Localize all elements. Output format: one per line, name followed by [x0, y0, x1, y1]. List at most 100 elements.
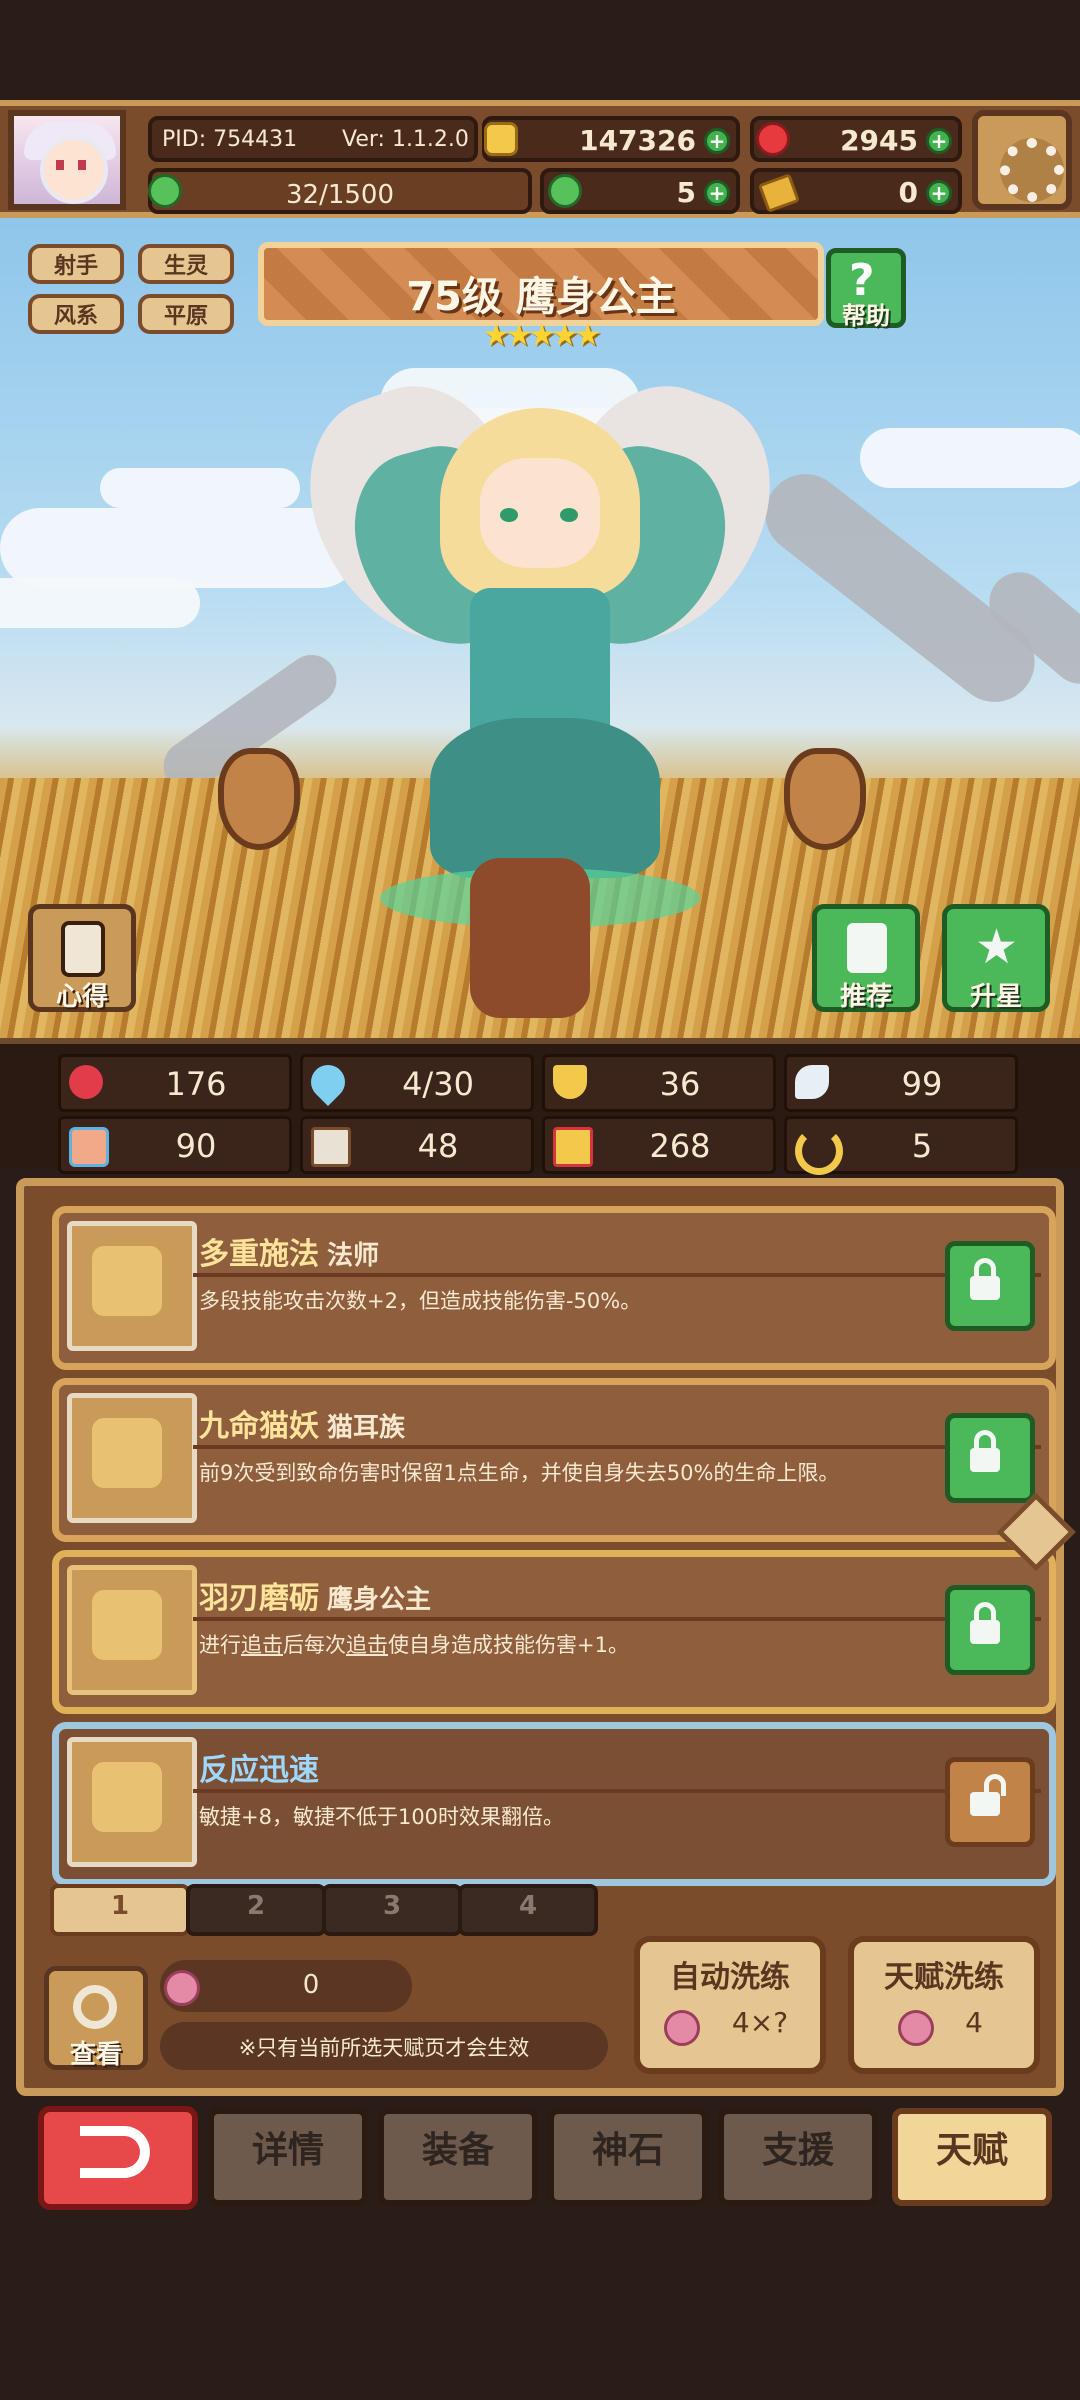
stat-value: 90 — [175, 1127, 217, 1165]
nav-details[interactable]: 详情 — [208, 2108, 368, 2206]
talent-icon-box — [67, 1393, 197, 1523]
talent-page-tab-4[interactable]: 4 — [458, 1884, 598, 1936]
talent-card[interactable]: 九命猫妖 猫耳族 前9次受到致命伤害时保留1点生命，并使自身失去50%的生命上限。 — [52, 1378, 1056, 1542]
talent-card-selected[interactable]: 反应迅速 敏捷+8，敏捷不低于100时效果翻倍。 — [52, 1722, 1056, 1886]
talent-name: 多重施法 法师 — [199, 1237, 380, 1272]
ticket-icon — [757, 173, 801, 213]
talent-description: 前9次受到致命伤害时保留1点生命，并使自身失去50%的生命上限。 — [199, 1461, 840, 1485]
talent-refine-label: 天赋洗练 — [884, 1960, 1004, 1995]
keyword-link[interactable]: 追击 — [346, 1633, 388, 1657]
talent-source: 猫耳族 — [327, 1413, 406, 1443]
talent-name: 九命猫妖 猫耳族 — [199, 1409, 406, 1444]
gem-value: 2945 — [840, 124, 918, 157]
upgrade-star-button[interactable]: ★ 升星 — [942, 904, 1050, 1012]
cross-icon — [92, 1762, 162, 1832]
water-drop-icon — [303, 1057, 353, 1107]
fist-icon — [69, 1127, 109, 1167]
staff-icon — [92, 1246, 162, 1316]
stat-value: 4/30 — [402, 1065, 474, 1103]
add-gold-button[interactable]: + — [704, 128, 730, 154]
stat-mana: 4/30 — [300, 1054, 534, 1112]
hero-title: 75级 鹰身公主 — [406, 274, 676, 320]
talent-refine-button[interactable]: 天赋洗练 4 — [848, 1936, 1040, 2074]
talent-page-tab-3[interactable]: 3 — [322, 1884, 462, 1936]
prev-hero-button[interactable] — [218, 748, 300, 850]
talent-icon-box — [67, 1565, 197, 1695]
stat-attack: 90 — [58, 1116, 292, 1174]
book-icon — [311, 1127, 351, 1167]
pid-version-box: PID: 754431 Ver: 1.1.2.0 — [148, 116, 478, 162]
talent-source: 法师 — [327, 1241, 380, 1271]
cat-icon — [92, 1418, 162, 1488]
gem-counter: 2945 + — [750, 116, 962, 162]
clover-value: 5 — [676, 176, 696, 209]
energy-value: 32/1500 — [285, 180, 394, 210]
wing-icon — [795, 1065, 829, 1099]
ticket-counter: 0 + — [750, 168, 962, 214]
upstar-label: 升星 — [969, 982, 1022, 1012]
player-avatar[interactable] — [8, 110, 126, 210]
lock-toggle-button[interactable] — [945, 1413, 1035, 1503]
fruit-value: 0 — [302, 1970, 320, 2000]
stat-agility: 268 — [542, 1116, 776, 1174]
hero-title-banner: 75级 鹰身公主 — [258, 242, 824, 326]
talent-refine-cost: 4 — [965, 2006, 983, 2039]
talent-icon-box — [67, 1221, 197, 1351]
talent-description: 多段技能攻击次数+2，但造成技能伤害-50%。 — [199, 1289, 642, 1313]
talent-description: 进行追击后每次追击使自身造成技能伤害+1。 — [199, 1633, 629, 1657]
auto-refine-cost: 4×? — [731, 2006, 789, 2039]
next-hero-button[interactable] — [784, 748, 866, 850]
lock-toggle-button[interactable] — [945, 1241, 1035, 1331]
magnifier-icon — [73, 1985, 117, 2029]
nav-godstone[interactable]: 神石 — [548, 2108, 708, 2206]
auto-refine-label: 自动洗练 — [670, 1960, 790, 1995]
talent-name: 羽刃磨砺 鹰身公主 — [199, 1581, 432, 1616]
add-gem-button[interactable]: + — [926, 128, 952, 154]
insight-label: 心得 — [55, 982, 108, 1012]
recommend-button[interactable]: 推荐 — [812, 904, 920, 1012]
stat-defense: 36 — [542, 1054, 776, 1112]
view-label: 查看 — [69, 2040, 122, 2070]
heart-icon — [69, 1065, 103, 1099]
hint-text-box: ※只有当前所选天赋页才会生效 — [160, 2022, 608, 2070]
lock-icon — [970, 1620, 1000, 1644]
nav-talent[interactable]: 天赋 — [892, 2108, 1052, 2206]
lock-toggle-button[interactable] — [945, 1757, 1035, 1847]
fruit-icon — [164, 1970, 200, 2006]
clover-icon — [548, 174, 582, 208]
gold-coin-icon — [484, 122, 518, 156]
help-button[interactable]: ? 帮助 — [826, 248, 906, 330]
auto-refine-button[interactable]: 自动洗练 4×? — [634, 1936, 826, 2074]
view-button[interactable]: 查看 — [44, 1966, 148, 2070]
nav-support[interactable]: 支援 — [718, 2108, 878, 2206]
back-button[interactable] — [38, 2106, 198, 2210]
nav-equipment[interactable]: 装备 — [378, 2108, 538, 2206]
insight-button[interactable]: 心得 — [28, 904, 136, 1012]
energy-bar: 32/1500 — [148, 168, 532, 214]
add-clover-button[interactable]: + — [704, 180, 730, 206]
return-arrow-icon — [80, 2126, 150, 2178]
talent-page-tab-1[interactable]: 1 — [50, 1884, 190, 1936]
settings-button[interactable] — [972, 110, 1072, 210]
clover-counter: 5 + — [540, 168, 740, 214]
add-ticket-button[interactable]: + — [926, 180, 952, 206]
fruit-counter: 0 — [160, 1960, 412, 2012]
star-icon — [92, 1590, 162, 1660]
hint-text: ※只有当前所选天赋页才会生效 — [238, 2036, 530, 2060]
talent-card[interactable]: 羽刃磨砺 鹰身公主 进行追击后每次追击使自身造成技能伤害+1。 — [52, 1550, 1056, 1714]
lock-toggle-button[interactable] — [945, 1585, 1035, 1675]
recommend-label: 推荐 — [839, 982, 892, 1012]
stat-value: 36 — [659, 1065, 701, 1103]
stat-intellect: 48 — [300, 1116, 534, 1174]
keyword-link[interactable]: 追击 — [241, 1633, 283, 1657]
element-tag: 风系 — [28, 294, 124, 334]
gold-value: 147326 — [579, 124, 696, 157]
ticket-value: 0 — [898, 176, 918, 209]
stat-value: 48 — [417, 1127, 459, 1165]
stat-value: 5 — [911, 1127, 933, 1165]
boot-icon — [553, 1127, 593, 1167]
talent-page-tab-2[interactable]: 2 — [186, 1884, 326, 1936]
version-label: Ver: 1.1.2.0 — [342, 127, 469, 152]
talent-card[interactable]: 多重施法 法师 多段技能攻击次数+2，但造成技能伤害-50%。 — [52, 1206, 1056, 1370]
stat-hp: 176 — [58, 1054, 292, 1112]
